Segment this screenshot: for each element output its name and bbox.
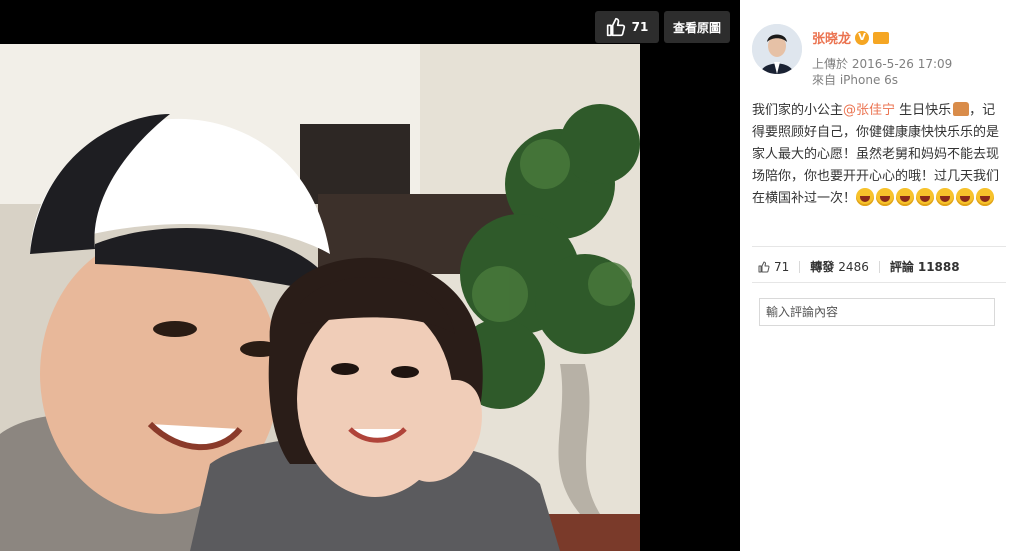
laughing-emoji-icon: [876, 188, 895, 206]
comment-button[interactable]: 評論 11888: [890, 258, 960, 275]
comment-input[interactable]: [759, 298, 995, 326]
post-content: 我们家的小公主@张佳宁 生日快乐 ，记得要照顾好自己，你健健康康快快乐乐的是家人最…: [752, 100, 1002, 210]
avatar[interactable]: [752, 24, 802, 74]
thumbs-up-icon: [606, 17, 625, 37]
photo-like-count: 71: [631, 20, 649, 34]
selfie-photo[interactable]: [0, 44, 640, 551]
crown-badge-icon: [873, 31, 890, 44]
upload-time: 上傳於 2016-5-26 17:09: [812, 57, 953, 71]
photo-like-button[interactable]: 71: [595, 11, 659, 43]
username-link[interactable]: 张晓龙: [812, 28, 851, 47]
laughing-emoji-icon: [856, 188, 875, 206]
divider: [799, 260, 801, 273]
laughing-emoji-icon: [976, 188, 995, 206]
divider: [878, 260, 880, 273]
divider: [752, 282, 1006, 283]
view-original-button[interactable]: 查看原圖: [664, 11, 730, 43]
laughing-emoji-icon: [916, 188, 935, 206]
like-count: 71: [774, 259, 790, 274]
post-actions: 71 轉發 2486 評論 11888: [758, 258, 960, 275]
photo-illustration: [0, 44, 640, 551]
divider: [752, 246, 1006, 247]
verified-v-icon: V: [855, 30, 870, 45]
comment-label: 評論: [889, 260, 914, 274]
post-sidebar: 张晓龙 V 上傳於 2016-5-26 17:09 來自 iPhone 6s 我…: [740, 0, 1023, 551]
laughing-emoji-icon: [896, 188, 915, 206]
laughing-emoji-icon: [956, 188, 975, 206]
author-row: 张晓龙 V: [812, 28, 890, 47]
post-source[interactable]: 來自 iPhone 6s: [812, 71, 898, 88]
repost-count: 2486: [838, 259, 869, 274]
post-text-after: 生日快乐: [895, 103, 952, 118]
repost-button[interactable]: 轉發 2486: [810, 258, 869, 275]
cake-icon: [953, 102, 970, 116]
mention-link[interactable]: @张佳宁: [843, 103, 895, 118]
like-button[interactable]: 71: [758, 260, 789, 274]
post-text-before: 我们家的小公主: [752, 103, 844, 118]
repost-label: 轉發: [810, 260, 835, 274]
avatar-image: [752, 24, 802, 74]
thumbs-up-icon: [758, 261, 770, 272]
comment-count: 11888: [917, 259, 960, 274]
photo-viewer: 71 查看原圖: [0, 0, 740, 551]
laughing-emoji-icon: [936, 188, 955, 206]
